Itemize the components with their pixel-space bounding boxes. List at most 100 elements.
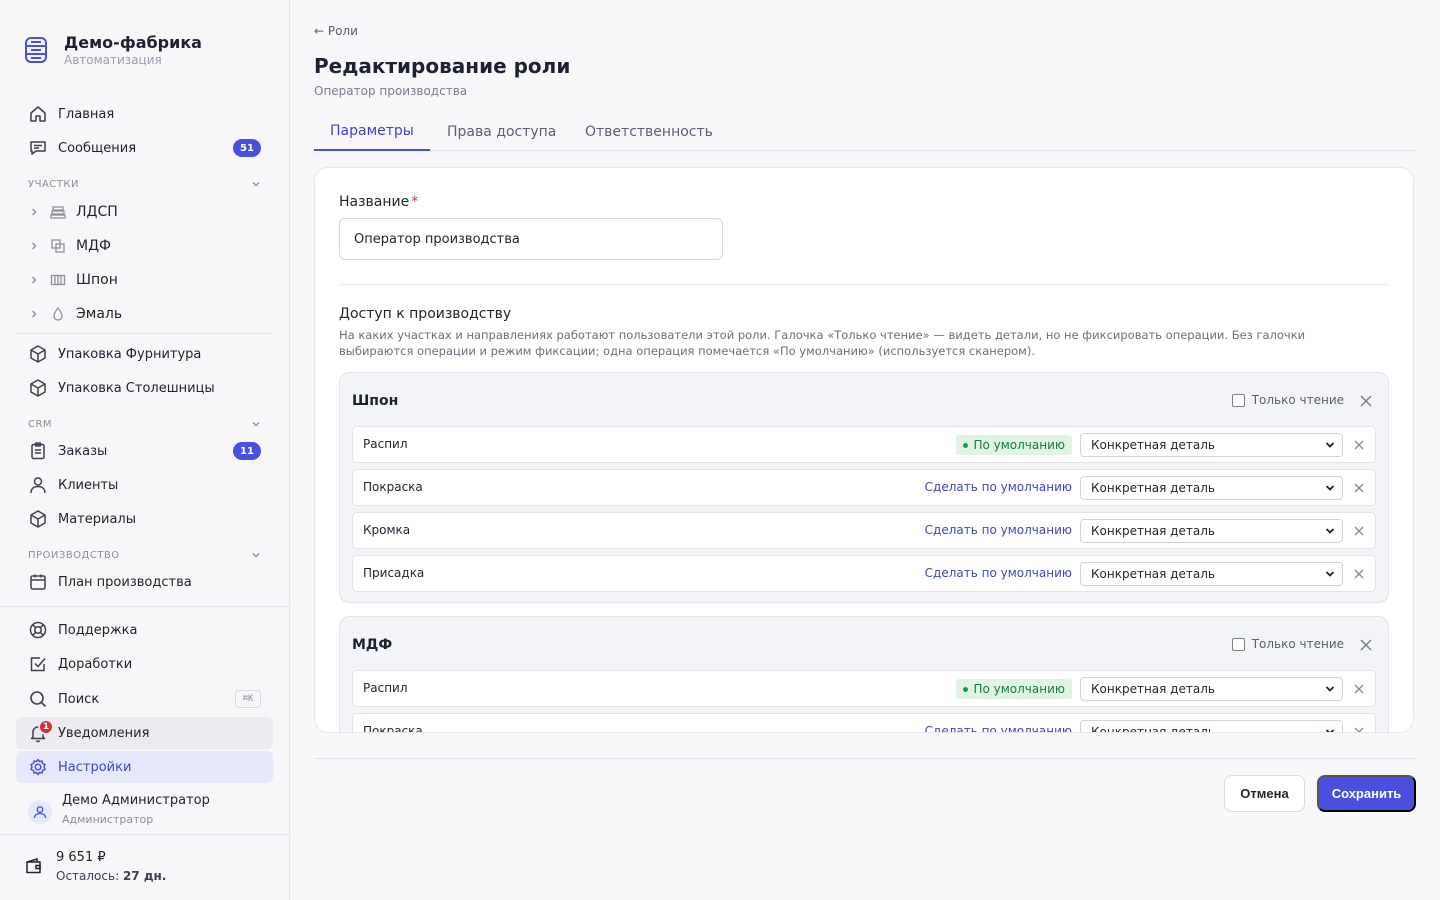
chevron-right-icon	[28, 206, 40, 218]
remove-operation-close-icon[interactable]	[1353, 439, 1365, 451]
sidebar-item-ldsp[interactable]: ЛДСП	[16, 197, 273, 227]
cancel-button[interactable]: Отмена	[1224, 775, 1305, 812]
tab-bar: Параметры Права доступа Ответственность	[314, 112, 1416, 151]
name-field-label: Название *	[339, 194, 418, 210]
sidebar-item-notifications[interactable]: Уведомления	[16, 717, 273, 749]
sidebar-divider	[16, 333, 272, 334]
sidebar-item-label: Шпон	[76, 272, 118, 288]
sidebar-item-messages[interactable]: Сообщения 51	[16, 132, 273, 164]
user-name: Демо Администратор	[62, 793, 210, 808]
sidebar-item-support[interactable]: Поддержка	[16, 614, 273, 646]
remove-group-close-icon[interactable]	[1358, 393, 1374, 409]
balance-remaining: Осталось: 27 дн.	[56, 868, 166, 884]
readonly-checkbox[interactable]: Только чтение	[1231, 393, 1344, 407]
user-profile[interactable]: Демо Администратор Администратор	[28, 792, 210, 828]
sidebar-item-search[interactable]: Поиск ⌘K	[16, 683, 273, 715]
sidebar-item-emal[interactable]: Эмаль	[16, 299, 273, 329]
tab-parameters[interactable]: Параметры	[314, 112, 430, 151]
fixation-mode-value: Конкретная деталь	[1091, 524, 1215, 538]
tab-responsibility[interactable]: Ответственность	[569, 112, 729, 151]
operation-row: Распил По умолчанию Конкретная деталь	[352, 670, 1376, 707]
sidebar-item-settings[interactable]: Настройки	[16, 751, 273, 783]
sidebar-divider	[0, 834, 290, 835]
server-logo-icon	[24, 36, 48, 64]
make-default-link[interactable]: Сделать по умолчанию	[925, 566, 1072, 580]
clipboard-icon	[28, 441, 48, 461]
fixation-mode-select[interactable]: Конкретная деталь	[1080, 476, 1343, 500]
sidebar-item-shpon[interactable]: Шпон	[16, 265, 273, 295]
remove-operation-close-icon[interactable]	[1353, 683, 1365, 695]
make-default-link[interactable]: Сделать по умолчанию	[925, 480, 1072, 494]
access-group: Шпон Только чтение Распил По умолчанию К…	[339, 372, 1389, 603]
user-avatar-icon	[28, 800, 52, 824]
fixation-mode-select[interactable]: Конкретная деталь	[1080, 433, 1343, 457]
sidebar-item-label: Эмаль	[76, 306, 123, 322]
sidebar-item-pack-hardware[interactable]: Упаковка Фурнитура	[16, 338, 273, 370]
sidebar-item-home[interactable]: Главная	[16, 98, 273, 130]
user-icon	[28, 475, 48, 495]
status-dot-icon	[963, 442, 969, 448]
search-icon	[28, 689, 48, 709]
balance-amount: 9 651 ₽	[56, 850, 106, 865]
wallet-icon	[24, 856, 44, 876]
role-name-input[interactable]	[339, 218, 723, 260]
save-button[interactable]: Сохранить	[1317, 775, 1416, 812]
operation-row: Покраска Сделать по умолчанию Конкретная…	[352, 713, 1376, 733]
page-title: Редактирование роли	[314, 54, 571, 78]
chevron-right-icon	[28, 274, 40, 286]
tab-access-rights[interactable]: Права доступа	[431, 112, 572, 151]
remove-operation-close-icon[interactable]	[1353, 482, 1365, 494]
remove-group-close-icon[interactable]	[1358, 637, 1374, 653]
operation-row: Распил По умолчанию Конкретная деталь	[352, 426, 1376, 463]
calendar-icon	[28, 572, 48, 592]
checkbox-box[interactable]	[1231, 393, 1245, 407]
back-to-roles-link[interactable]: ← Роли	[314, 24, 358, 38]
sidebar-item-mdf[interactable]: МДФ	[16, 231, 273, 261]
make-default-link[interactable]: Сделать по умолчанию	[925, 724, 1072, 732]
sidebar-item-label: Доработки	[58, 656, 133, 672]
sidebar-item-materials[interactable]: Материалы	[16, 503, 273, 535]
readonly-checkbox[interactable]: Только чтение	[1231, 637, 1344, 651]
brand[interactable]: Демо-фабрика Автоматизация	[24, 34, 202, 67]
fixation-mode-select[interactable]: Конкретная деталь	[1080, 677, 1343, 701]
overlap-squares-icon	[50, 238, 66, 254]
box-icon	[28, 378, 48, 398]
chevron-down-icon	[1324, 568, 1336, 580]
balance-left-label: Осталось:	[56, 869, 120, 883]
fixation-mode-value: Конкретная деталь	[1091, 567, 1215, 581]
operation-name: Распил	[363, 681, 408, 695]
section-header-areas[interactable]: УЧАСТКИ	[28, 176, 262, 192]
remove-operation-close-icon[interactable]	[1353, 525, 1365, 537]
section-header-production[interactable]: ПРОИЗВОДСТВО	[28, 547, 262, 563]
operation-row: Присадка Сделать по умолчанию Конкретная…	[352, 555, 1376, 592]
box-icon	[28, 344, 48, 364]
operation-name: Покраска	[363, 724, 423, 733]
sidebar-item-improvements[interactable]: Доработки	[16, 648, 273, 680]
checkbox-box[interactable]	[1231, 637, 1245, 651]
sidebar-item-label: Поиск	[58, 691, 100, 707]
brand-subtitle: Автоматизация	[64, 53, 162, 67]
checkbox-icon	[28, 654, 48, 674]
page-subtitle: Оператор производства	[314, 84, 468, 98]
default-badge-label: По умолчанию	[973, 438, 1065, 452]
sidebar-item-label: Уведомления	[58, 725, 150, 741]
section-header-crm[interactable]: CRM	[28, 416, 262, 432]
fixation-mode-select[interactable]: Конкретная деталь	[1080, 720, 1343, 732]
fixation-mode-value: Конкретная деталь	[1091, 481, 1215, 495]
chevron-down-icon	[250, 418, 262, 430]
remove-operation-close-icon[interactable]	[1353, 568, 1365, 580]
section-label: ПРОИЗВОДСТВО	[28, 549, 120, 561]
sidebar-item-orders[interactable]: Заказы 11	[16, 435, 273, 467]
make-default-link[interactable]: Сделать по умолчанию	[925, 523, 1072, 537]
fixation-mode-select[interactable]: Конкретная деталь	[1080, 562, 1343, 586]
balance-widget[interactable]: 9 651 ₽ Осталось: 27 дн.	[24, 848, 166, 884]
orders-count-badge: 11	[233, 442, 261, 460]
remove-operation-close-icon[interactable]	[1353, 726, 1365, 732]
sidebar-item-pack-countertops[interactable]: Упаковка Столешницы	[16, 372, 273, 404]
sidebar-item-clients[interactable]: Клиенты	[16, 469, 273, 501]
fixation-mode-select[interactable]: Конкретная деталь	[1080, 519, 1343, 543]
fixation-mode-value: Конкретная деталь	[1091, 682, 1215, 696]
sidebar-item-production-plan[interactable]: План производства	[16, 566, 273, 598]
cube-icon	[28, 509, 48, 529]
chevron-down-icon	[250, 178, 262, 190]
